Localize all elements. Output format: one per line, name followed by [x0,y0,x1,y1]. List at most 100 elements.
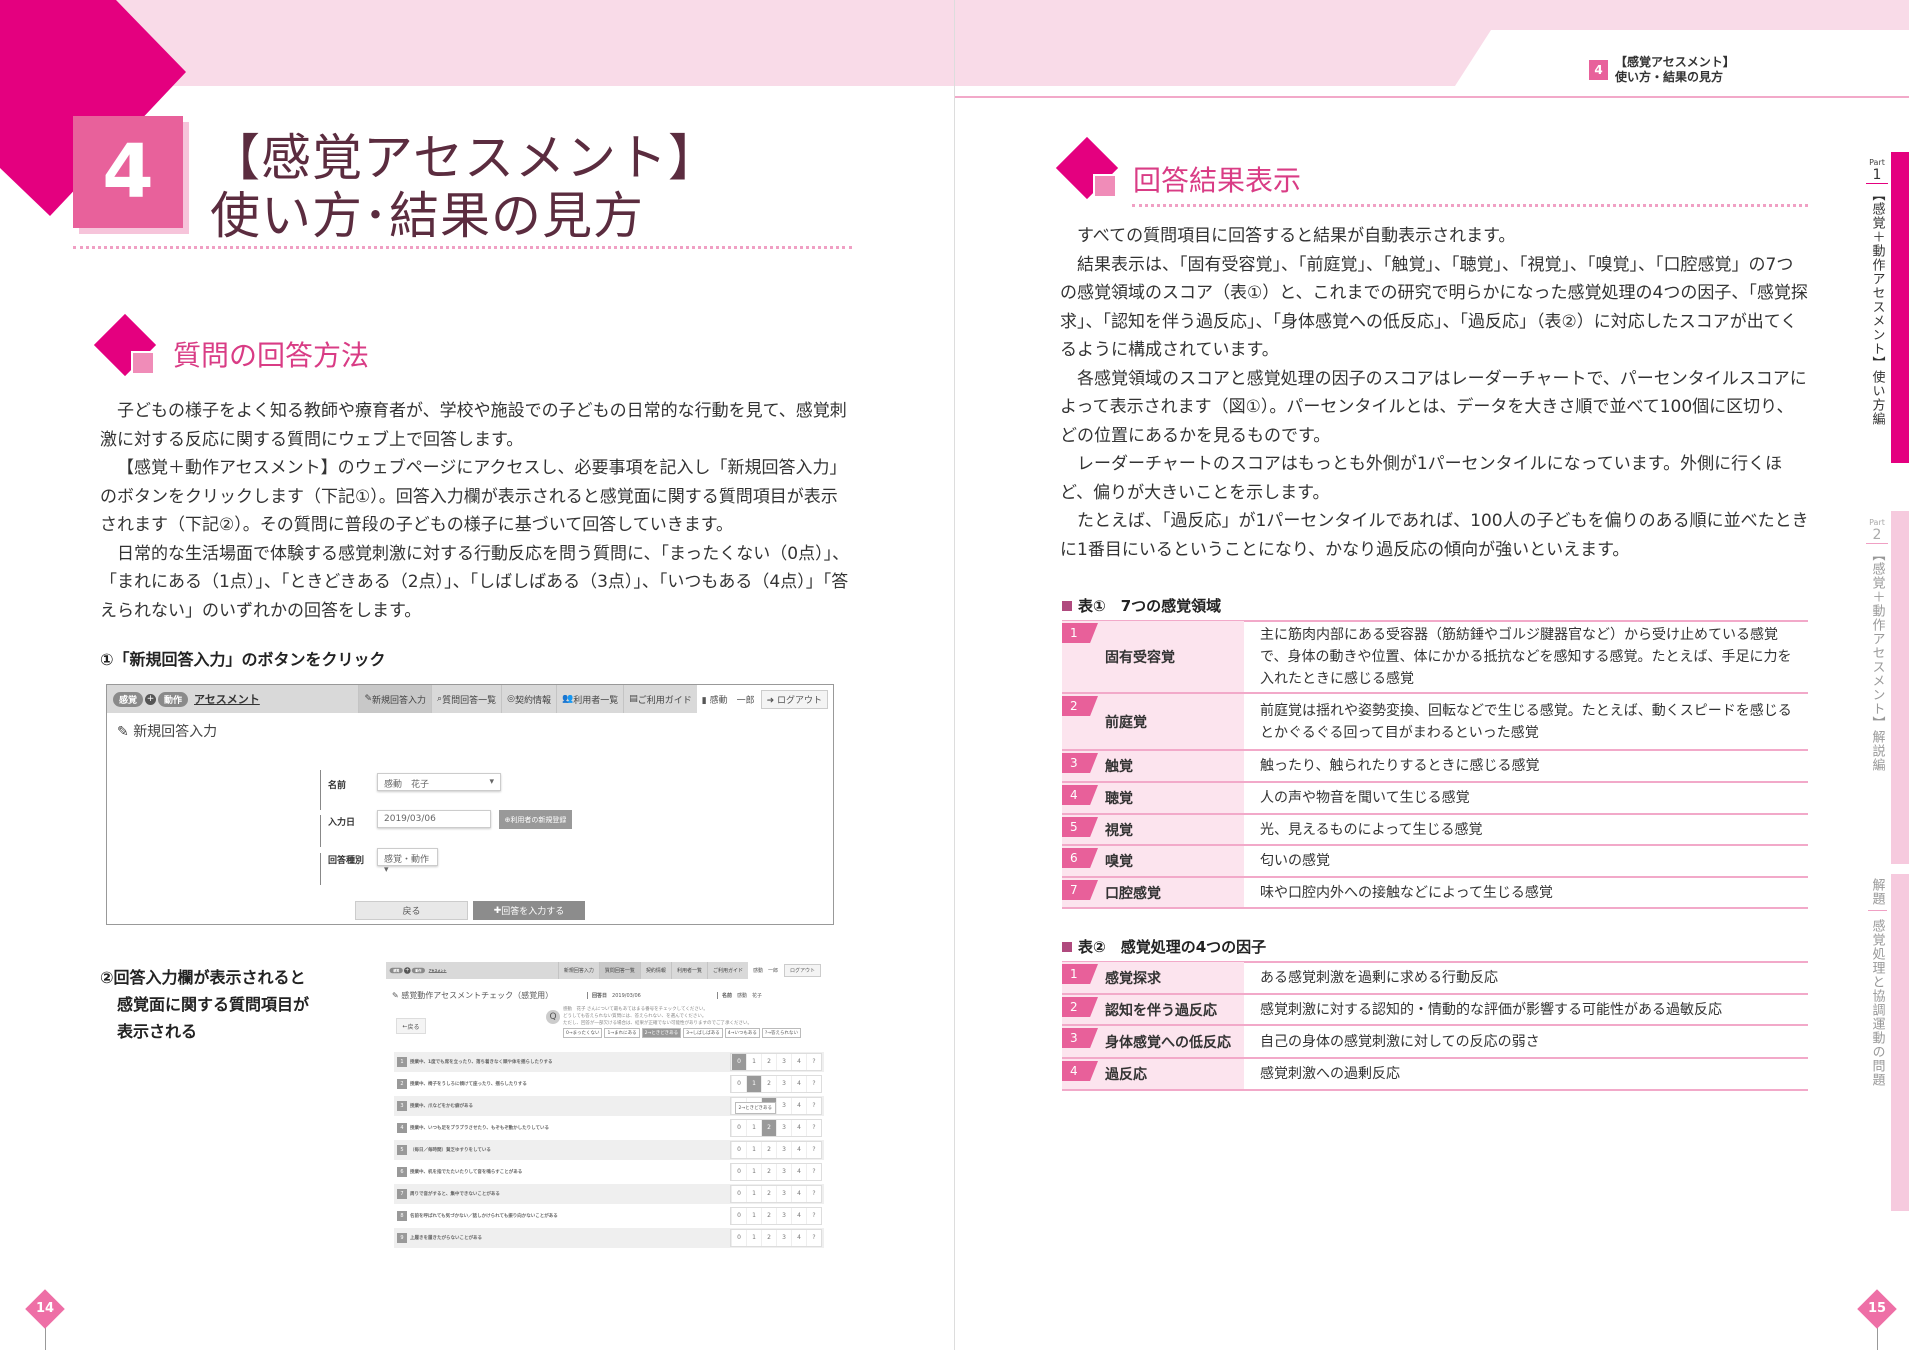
submit-answer-button[interactable]: ✚ 回答を入力する [473,901,585,920]
legend-item: 2→ときどきある [641,1028,682,1038]
choice-button[interactable]: 1 [746,1142,761,1158]
choice-button[interactable]: ? [806,1230,821,1246]
nav-new-answer[interactable]: ✎ 新規回答入力 [358,685,432,713]
choice-button[interactable]: 3 [776,1054,791,1070]
choice-button[interactable]: ? [806,1098,821,1114]
choice-button[interactable]: 2 [761,1120,776,1136]
choice-button[interactable]: 0 [731,1230,746,1246]
question-text: 上履きを履きたがらないことがある [410,1236,482,1241]
paragraph: 【感覚＋動作アセスメント】のウェブページにアクセスし、必要事項を記入し「新規回答… [100,458,847,535]
choice-button[interactable]: 0 [731,1054,746,1070]
nav-guide[interactable]: ご利用ガイド [706,962,748,979]
question-number: 5 [397,1145,407,1155]
choice-button[interactable]: 3 [776,1208,791,1224]
app-logo[interactable]: 感覚 + 動作 アセスメント [107,691,260,707]
choice-button[interactable]: 1 [746,1054,761,1070]
paragraph: 結果表示は、「固有受容覚」、「前庭覚」、「触覚」、「聴覚」、「視覚」、「嗅覚」、… [1060,254,1808,361]
choice-button[interactable]: ? [806,1054,821,1070]
choice-button[interactable]: ? [806,1164,821,1180]
choice-button[interactable]: 2 [761,1186,776,1202]
choice-button[interactable]: 3 [776,1186,791,1202]
type-select[interactable]: 感覚・動作 ▾ [377,848,438,875]
choice-button[interactable]: 4 [791,1120,806,1136]
choice-button[interactable]: 3 [776,1076,791,1092]
choice-button[interactable]: 1 [746,1230,761,1246]
choice-button[interactable]: 1 [746,1208,761,1224]
question-number: 3 [397,1101,407,1111]
choice-button[interactable]: 3 [776,1120,791,1136]
choice-button[interactable]: ? [806,1142,821,1158]
choice-button[interactable]: 1 [746,1164,761,1180]
date-input[interactable]: 2019/03/06 [377,810,491,828]
nav-answer-list[interactable]: 質問回答一覧 [598,962,640,979]
choice-button[interactable]: 4 [791,1186,806,1202]
logout-button[interactable]: ➜ ログアウト [760,689,828,709]
choice-button[interactable]: 4 [791,1076,806,1092]
choice-button[interactable]: 3 [776,1098,791,1114]
table-row: 2 認知を伴う過反応 感覚刺激に対する認知的・情動的な評価が影響する可能性がある過敏… [1062,995,1808,1026]
choice-button[interactable]: 0 [731,1164,746,1180]
choice-button[interactable]: 0 [731,1186,746,1202]
choice-button[interactable]: 2 [761,1076,776,1092]
row-label: 触覚 [1105,759,1133,775]
side-tab-kaidai[interactable] [1891,874,1909,1211]
nav-users[interactable]: 利用者一覧 [670,962,707,979]
back-button[interactable]: 戻る [355,901,468,920]
row-description: ある感覚刺激を過剰に求める行動反応 [1260,969,1498,986]
question-text: （毎日／毎時間）貧乏ゆすりをしている [410,1148,491,1153]
nav-users[interactable]: 👥 利用者一覧 [555,685,623,713]
row-label: 視覚 [1105,822,1133,839]
choice-button[interactable]: 4 [791,1142,806,1158]
register-user-button[interactable]: ⊕ 利用者の新規登録 [499,810,572,829]
question-row: 7 周りで音がすると、集中できないことがある 0 1 2 3 4? [394,1184,824,1204]
choice-button[interactable]: ? [806,1076,821,1092]
logout-button[interactable]: ログアウト [783,964,821,977]
form-title: ✎ 感覚動作アセスメントチェック（感覚用） [392,991,554,1000]
choice-button[interactable]: 2 [761,1208,776,1224]
choice-button[interactable]: 4 [791,1054,806,1070]
choice-button[interactable]: 2 [761,1142,776,1158]
row-description: 主に筋肉内部にある受容器（筋紡錘やゴルジ腱器官など）から受け止めている感覚で、身… [1260,626,1792,687]
choice-button[interactable]: 3 [776,1230,791,1246]
nav-new-answer[interactable]: 新規回答入力 [557,962,599,979]
choice-button[interactable]: ? [806,1120,821,1136]
choice-button[interactable]: 4 [791,1230,806,1246]
table-row: 3 触覚 触ったり、触られたりするときに感じる感覚 [1062,751,1808,783]
choice-button[interactable]: 4 [791,1098,806,1114]
name-select[interactable]: 感動 花子 ▾ [377,773,501,791]
choice-button[interactable]: 4 [791,1208,806,1224]
question-row: 5 （毎日／毎時間）貧乏ゆすりをしている 0 1 2 3 4? [394,1140,824,1160]
choice-button[interactable]: 3 [776,1142,791,1158]
back-button[interactable]: ← 戻る [396,1018,426,1034]
row-description: 味や口腔内外への接触などによって生じる感覚 [1260,884,1553,901]
left-body-text: 子どもの様子をよく知る教師や療育者が、学校や施設での子どもの日常的な行動を見て、… [100,397,852,625]
side-tab-kaidai-label: 解題 感覚処理と協調運動の問題 [1867,878,1887,1087]
nav-guide[interactable]: ▤ ご利用ガイド [623,685,697,713]
nav-contract[interactable]: 契約情報 [639,962,671,979]
running-header-badge: 4 [1589,60,1608,80]
choice-button[interactable]: 4 [791,1164,806,1180]
choice-button[interactable]: 1 [746,1186,761,1202]
question-row: 8 名前を呼ばれても気づかない／話しかけられても振り向かないことがある 0 1 2 3 4? [394,1206,824,1226]
running-header-line2: 使い方・結果の見方 [1615,70,1724,84]
choice-tooltip: 2→ときどきある [734,1102,776,1114]
side-tab-part2[interactable] [1891,511,1909,864]
choice-button[interactable]: 0 [731,1076,746,1092]
choice-button[interactable]: ? [806,1208,821,1224]
side-tab-part1[interactable] [1891,152,1909,463]
choice-button[interactable]: 1 [746,1120,761,1136]
choice-button[interactable]: 2 [761,1054,776,1070]
choice-button[interactable]: 0 [731,1120,746,1136]
choice-button[interactable]: 2 [761,1230,776,1246]
question-number: 8 [397,1211,407,1221]
choice-button[interactable]: ? [806,1186,821,1202]
nav-answer-list[interactable]: ⌕ 質問回答一覧 [431,685,501,713]
step2-label: ②回答入力欄が表示されると 感覚面に関する質問項目が 表示される [100,968,310,1041]
choice-button[interactable]: 2 [761,1164,776,1180]
choice-button[interactable]: 3 [776,1164,791,1180]
choice-button[interactable]: 1 [746,1076,761,1092]
nav-contract[interactable]: ◎ 契約情報 [501,685,556,713]
choice-button[interactable]: 0 [731,1142,746,1158]
table2-heading: 表② 感覚処理の4つの因子 [1062,936,1266,957]
choice-button[interactable]: 0 [731,1208,746,1224]
